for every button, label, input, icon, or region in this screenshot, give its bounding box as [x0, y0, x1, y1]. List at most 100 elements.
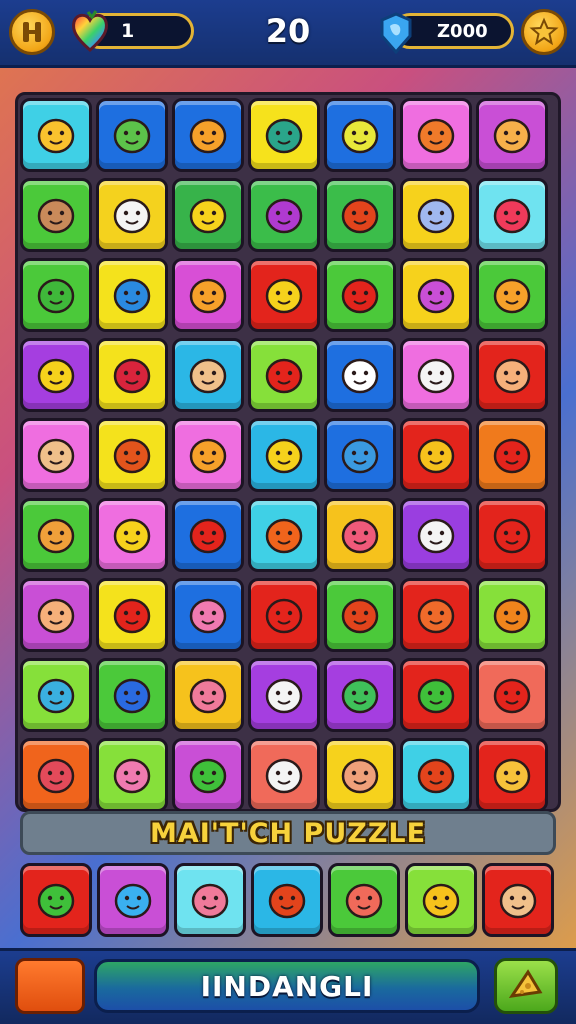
- tile[interactable]: [324, 178, 396, 252]
- tile[interactable]: [324, 498, 396, 572]
- tile[interactable]: [248, 498, 320, 572]
- tile[interactable]: [172, 658, 244, 732]
- tile[interactable]: [172, 738, 244, 812]
- tile[interactable]: [328, 863, 400, 937]
- shell-flower-icon: [417, 358, 455, 394]
- tile[interactable]: [248, 98, 320, 172]
- tile[interactable]: [476, 738, 548, 812]
- tile[interactable]: [251, 863, 323, 937]
- tile[interactable]: [96, 658, 168, 732]
- tile[interactable]: [174, 863, 246, 937]
- cherry-face-icon: [493, 438, 531, 474]
- tile[interactable]: [172, 178, 244, 252]
- tile[interactable]: [20, 338, 92, 412]
- tile[interactable]: [476, 258, 548, 332]
- main-action-button[interactable]: IINDANGLI: [94, 959, 480, 1013]
- yellow-cat-icon: [37, 358, 75, 394]
- red-dragon-icon: [493, 678, 531, 714]
- tile[interactable]: [476, 178, 548, 252]
- tile[interactable]: [20, 738, 92, 812]
- tile[interactable]: [248, 338, 320, 412]
- tile[interactable]: [324, 738, 396, 812]
- tile[interactable]: [20, 98, 92, 172]
- cone-stack-icon: [265, 118, 303, 154]
- pause-button[interactable]: [9, 9, 55, 55]
- hearts-count: 1: [121, 20, 135, 42]
- orange-critter-icon: [189, 278, 227, 314]
- tile[interactable]: [248, 178, 320, 252]
- tile[interactable]: [97, 863, 169, 937]
- tile[interactable]: [96, 258, 168, 332]
- scroll-icon: [493, 278, 531, 314]
- tile[interactable]: [400, 258, 472, 332]
- tile[interactable]: [476, 658, 548, 732]
- tile[interactable]: [172, 98, 244, 172]
- green-monster-icon: [113, 118, 151, 154]
- popsicle-icon: [341, 518, 379, 554]
- tile[interactable]: [172, 578, 244, 652]
- tile[interactable]: [400, 418, 472, 492]
- girl-face-icon: [493, 118, 531, 154]
- tile[interactable]: [96, 498, 168, 572]
- star-button[interactable]: [521, 9, 567, 55]
- tile[interactable]: [324, 418, 396, 492]
- tile[interactable]: [400, 498, 472, 572]
- orange-candy-icon: [189, 438, 227, 474]
- strawberry-icon: [341, 278, 379, 314]
- red-bar-icon: [341, 198, 379, 234]
- lemon-icon: [189, 198, 227, 234]
- tile[interactable]: [20, 863, 92, 937]
- tile[interactable]: [248, 418, 320, 492]
- tile[interactable]: [96, 338, 168, 412]
- tile[interactable]: [482, 863, 554, 937]
- tile[interactable]: [172, 258, 244, 332]
- tile[interactable]: [324, 258, 396, 332]
- sun-face-icon: [37, 118, 75, 154]
- left-action-button[interactable]: [15, 958, 85, 1014]
- pepper-icon: [341, 598, 379, 634]
- tile[interactable]: [96, 578, 168, 652]
- tile[interactable]: [324, 338, 396, 412]
- tile[interactable]: [96, 738, 168, 812]
- tile[interactable]: [476, 498, 548, 572]
- tile[interactable]: [476, 338, 548, 412]
- tile[interactable]: [400, 338, 472, 412]
- tile[interactable]: [405, 863, 477, 937]
- pause-icon: [23, 22, 41, 42]
- right-action-button[interactable]: [494, 958, 558, 1014]
- tile[interactable]: [20, 178, 92, 252]
- no-sign-icon: [113, 438, 151, 474]
- tile[interactable]: [476, 578, 548, 652]
- tile[interactable]: [20, 578, 92, 652]
- tile[interactable]: [248, 658, 320, 732]
- tile[interactable]: [20, 418, 92, 492]
- tile[interactable]: [20, 258, 92, 332]
- tile[interactable]: [248, 258, 320, 332]
- score-display: 20: [265, 12, 311, 50]
- tile[interactable]: [96, 418, 168, 492]
- tile[interactable]: [172, 338, 244, 412]
- tile[interactable]: [172, 418, 244, 492]
- tile[interactable]: [172, 498, 244, 572]
- tile[interactable]: [248, 578, 320, 652]
- pink-piglet-icon: [113, 758, 151, 794]
- tile[interactable]: [400, 738, 472, 812]
- red-crayon-icon: [268, 883, 306, 919]
- tile[interactable]: [20, 658, 92, 732]
- tile[interactable]: [400, 578, 472, 652]
- tile[interactable]: [400, 658, 472, 732]
- tile[interactable]: [324, 658, 396, 732]
- tile[interactable]: [400, 178, 472, 252]
- balloon-icon: [493, 198, 531, 234]
- tile[interactable]: [248, 738, 320, 812]
- tile[interactable]: [20, 498, 92, 572]
- green-leaf-icon: [189, 758, 227, 794]
- tile[interactable]: [96, 178, 168, 252]
- tile[interactable]: [324, 98, 396, 172]
- tile[interactable]: [476, 98, 548, 172]
- red-blob-icon: [345, 883, 383, 919]
- tile[interactable]: [324, 578, 396, 652]
- tile[interactable]: [476, 418, 548, 492]
- tile[interactable]: [96, 98, 168, 172]
- tile[interactable]: [400, 98, 472, 172]
